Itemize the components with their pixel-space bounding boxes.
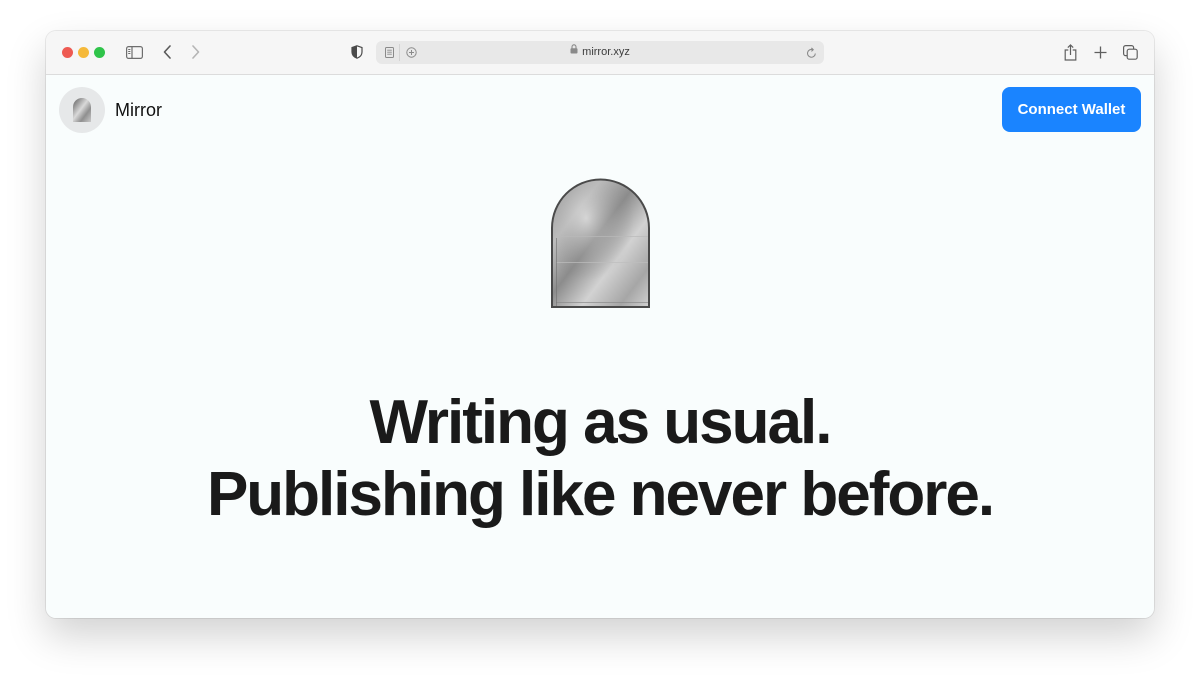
chevron-left-icon[interactable]	[159, 42, 175, 62]
avatar	[59, 87, 105, 133]
reload-icon[interactable]	[803, 44, 819, 61]
share-icon[interactable]	[1061, 42, 1079, 62]
maximize-window-button[interactable]	[94, 47, 105, 58]
minimize-window-button[interactable]	[78, 47, 89, 58]
brand-name: Mirror	[115, 99, 162, 120]
connect-wallet-button[interactable]: Connect Wallet	[1002, 87, 1141, 132]
lock-icon	[570, 40, 578, 63]
brand-link[interactable]: Mirror	[59, 87, 162, 133]
hero-headline-line2: Publishing like never before.	[206, 460, 995, 529]
url-display: mirror.xyz	[376, 41, 824, 64]
hero-headline: Writing as usual. Publishing like never …	[46, 387, 1154, 531]
hero-headline-line1: Writing as usual.	[369, 388, 833, 457]
mirror-hero-logo-icon	[551, 178, 650, 308]
address-bar[interactable]: mirror.xyz	[376, 41, 824, 64]
mirror-logo-icon	[73, 98, 91, 122]
page-content: Mirror Connect Wallet Writing as usual. …	[46, 75, 1154, 618]
browser-window: mirror.xyz Mirror Connect Wallet Writing…	[46, 31, 1154, 618]
chevron-right-icon[interactable]	[187, 42, 203, 62]
close-window-button[interactable]	[62, 47, 73, 58]
browser-toolbar: mirror.xyz	[46, 31, 1154, 75]
tabs-overview-icon[interactable]	[1121, 42, 1139, 62]
shield-icon[interactable]	[349, 42, 365, 62]
sidebar-icon[interactable]	[125, 42, 143, 62]
plus-icon[interactable]	[1091, 42, 1109, 62]
url-text: mirror.xyz	[582, 46, 630, 58]
